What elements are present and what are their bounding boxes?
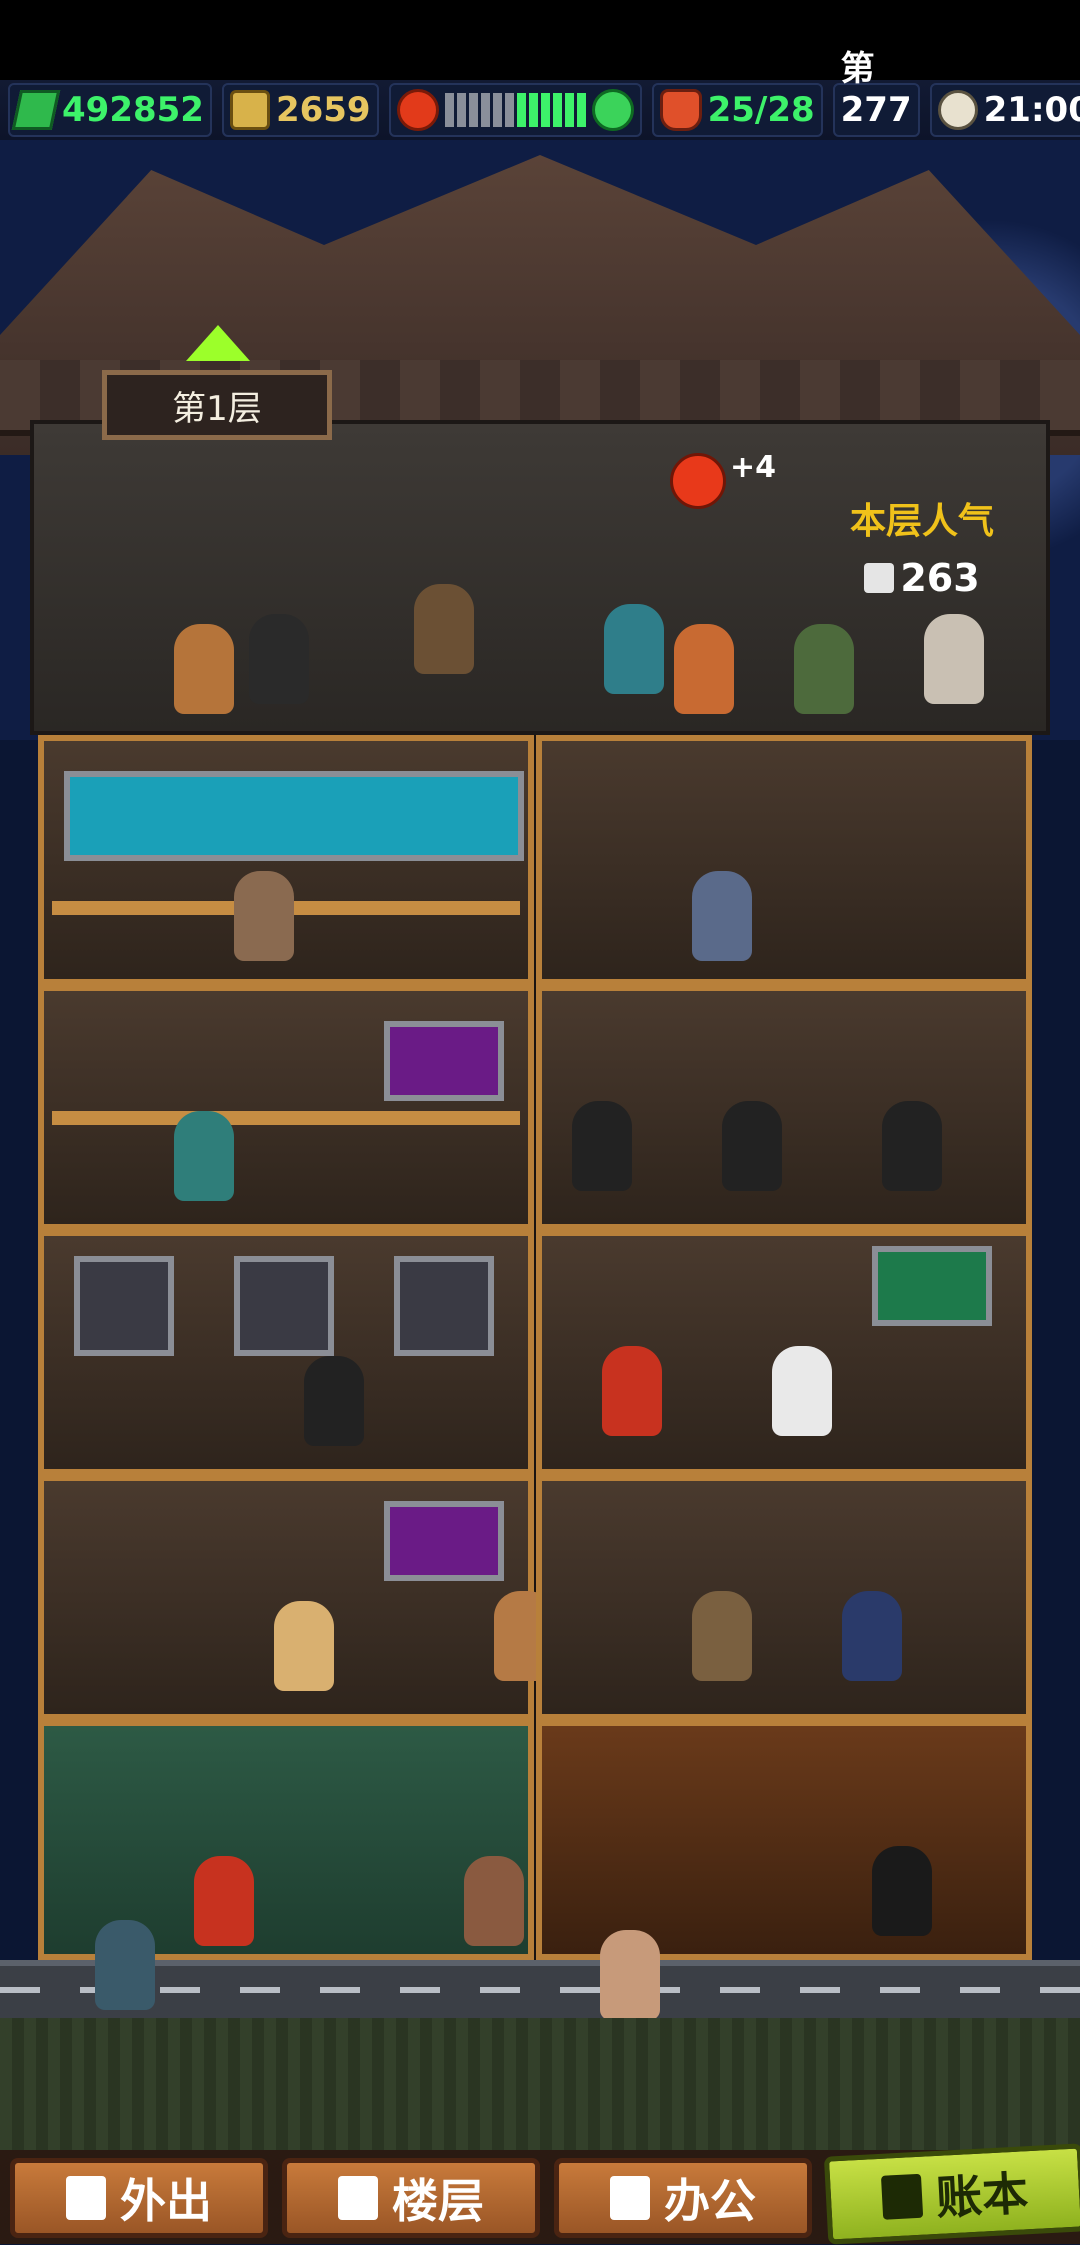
mood-segment [480, 93, 490, 127]
office-button[interactable]: 办公 [554, 2158, 812, 2238]
cat-character[interactable] [924, 614, 984, 704]
coin-display[interactable]: 2659 [221, 83, 379, 137]
panda-character[interactable] [772, 1346, 832, 1436]
staff-character[interactable] [882, 1101, 942, 1191]
money-icon [11, 90, 61, 130]
cabinet-room[interactable] [536, 1720, 1032, 1960]
mood-segment [576, 93, 586, 127]
clothing-shop-room[interactable] [38, 1230, 534, 1475]
staff-character[interactable] [722, 1101, 782, 1191]
staff-character[interactable] [304, 1356, 364, 1446]
popularity-value-row: 263 [822, 556, 1022, 600]
pedestrian-character[interactable] [600, 1930, 660, 2020]
photo-display [64, 771, 524, 861]
game-clock: 21:00 [929, 83, 1080, 137]
mood-segment [504, 93, 514, 127]
popularity-value: 263 [900, 556, 980, 600]
money-display[interactable]: 492852 [8, 83, 212, 137]
customer-character[interactable] [842, 1591, 902, 1681]
visitor-value: 25/28 [707, 90, 815, 130]
time-value: 21:00 [983, 90, 1080, 130]
office-label: 办公 [664, 2174, 756, 2228]
purple-monitor [384, 1021, 504, 1101]
storage-room[interactable] [38, 985, 534, 1230]
customer-character[interactable] [194, 1856, 254, 1946]
mood-segment [468, 93, 478, 127]
lantern-shop-room[interactable] [536, 735, 1032, 985]
customer-character[interactable] [872, 1846, 932, 1936]
staff-room[interactable] [536, 985, 1032, 1230]
mood-bar [444, 93, 586, 127]
ledger-icon [880, 2173, 924, 2220]
robot-character[interactable] [174, 1111, 234, 1201]
robot-character[interactable] [604, 604, 664, 694]
wolf-character[interactable] [234, 871, 294, 961]
road-markings [0, 1987, 1080, 1993]
customer-character[interactable] [692, 871, 752, 961]
status-letterbox [0, 0, 1080, 80]
popularity-icon [864, 563, 895, 593]
customer-character[interactable] [794, 624, 854, 714]
floors-label: 楼层 [392, 2174, 484, 2228]
mood-segment [444, 93, 454, 127]
bird-character[interactable] [602, 1346, 662, 1436]
floor-up-arrow-icon[interactable] [186, 325, 250, 361]
money-value: 492852 [62, 90, 204, 130]
mood-segment [492, 93, 502, 127]
green-monitor [872, 1246, 992, 1326]
pedestrian-character[interactable] [95, 1920, 155, 2010]
visitor-count[interactable]: 25/28 [651, 83, 823, 137]
fox-character[interactable] [274, 1601, 334, 1691]
mood-segment [516, 93, 526, 127]
top-hud: 492852 2659 25/28 第277日 21:00 [0, 49, 1080, 178]
bonus-popup: +4 [730, 450, 777, 485]
mood-segment [564, 93, 574, 127]
book-icon [610, 2176, 650, 2220]
bag-display [234, 1256, 334, 1356]
photo-booth-room[interactable] [38, 735, 534, 985]
floors-icon [338, 2176, 378, 2220]
go-out-label: 外出 [120, 2174, 212, 2228]
ledger-button[interactable]: 账本 [823, 2143, 1080, 2245]
angry-face-icon [670, 453, 726, 509]
customer-character[interactable] [674, 624, 734, 714]
mood-segment [540, 93, 550, 127]
clock-icon [937, 90, 978, 130]
tree-monster-character[interactable] [414, 584, 474, 674]
floors-button[interactable]: 楼层 [282, 2158, 540, 2238]
floor-sign[interactable]: 第1层 [102, 370, 332, 440]
beast-character[interactable] [692, 1591, 752, 1681]
visitor-icon [659, 89, 702, 131]
go-out-button[interactable]: 外出 [10, 2158, 268, 2238]
customer-character[interactable] [174, 624, 234, 714]
mood-segment [456, 93, 466, 127]
day-counter: 第277日 [832, 49, 920, 178]
shelf [52, 1111, 520, 1125]
storage-room-2[interactable] [38, 1475, 554, 1720]
snack-shop-room[interactable] [536, 1475, 1032, 1720]
mood-segment [552, 93, 562, 127]
building-floors [38, 735, 1032, 1960]
angry-face-icon [396, 89, 439, 131]
popularity-label: 本层人气 [849, 501, 994, 542]
coin-value: 2659 [275, 90, 371, 130]
door-icon [66, 2176, 106, 2220]
purple-monitor [384, 1501, 504, 1581]
mood-segment [528, 93, 538, 127]
popularity-panel: 本层人气 263 [822, 492, 1022, 622]
customer-character[interactable] [249, 614, 309, 704]
staff-character[interactable] [572, 1101, 632, 1191]
ledger-label: 账本 [934, 2166, 1030, 2225]
mood-meter[interactable] [388, 83, 642, 137]
lounge-room[interactable] [536, 1230, 1032, 1475]
customer-character[interactable] [464, 1856, 524, 1946]
top-display [394, 1256, 494, 1356]
jeans-display [74, 1256, 174, 1356]
happy-face-icon [591, 89, 634, 131]
coin-icon [229, 90, 270, 130]
flower-bed [0, 2018, 1080, 2150]
